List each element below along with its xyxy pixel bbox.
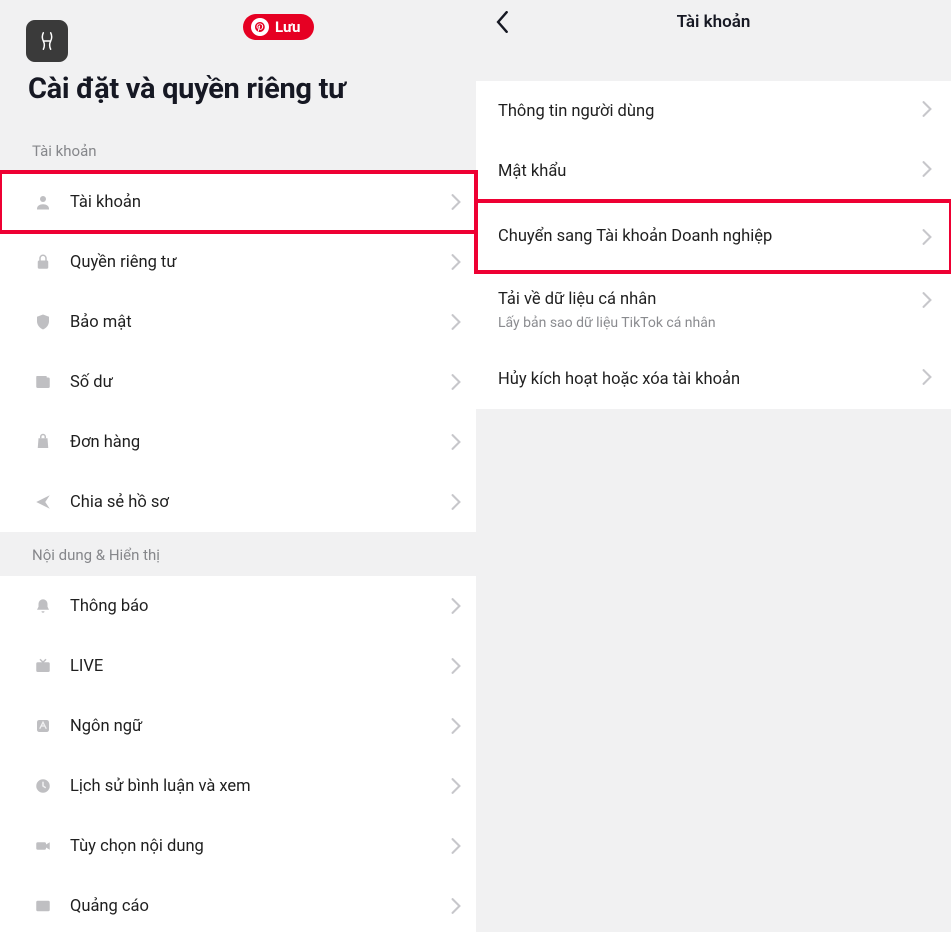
row-label: Mật khẩu: [498, 162, 929, 181]
chevron-right-icon: [450, 314, 462, 330]
row-label: Ngôn ngữ: [70, 717, 450, 736]
wallet-icon: [30, 373, 56, 391]
row-label: Số dư: [70, 373, 450, 392]
row-label: Chuyển sang Tài khoản Doanh nghiệp: [498, 227, 929, 246]
save-pill-label: Lưu: [275, 18, 300, 36]
row-security[interactable]: Bảo mật: [0, 292, 476, 352]
chevron-left-icon: [496, 11, 510, 33]
row-privacy[interactable]: Quyền riêng tư: [0, 232, 476, 292]
row-label: Tài khoản: [70, 193, 450, 212]
account-rows: Thông tin người dùng Mật khẩu Chuyển san…: [476, 81, 951, 409]
account-panel: Tài khoản Thông tin người dùng Mật khẩu …: [476, 0, 951, 932]
chevron-right-icon: [450, 374, 462, 390]
language-icon: [30, 717, 56, 735]
row-password[interactable]: Mật khẩu: [476, 141, 951, 201]
row-label: Tải về dữ liệu cá nhân: [498, 290, 929, 309]
row-ads[interactable]: Quảng cáo: [0, 876, 476, 936]
row-switch-business[interactable]: Chuyển sang Tài khoản Doanh nghiệp: [476, 201, 951, 272]
row-live[interactable]: LIVE: [0, 636, 476, 696]
video-icon: [30, 837, 56, 855]
chevron-right-icon: [921, 161, 933, 177]
row-language[interactable]: Ngôn ngữ: [0, 696, 476, 756]
share-icon: [30, 493, 56, 511]
settings-group-account: Tài khoản Quyền riêng tư Bảo mật Số dư Đ: [0, 172, 476, 532]
settings-panel: Lưu Cài đặt và quyền riêng tư Tài khoản …: [0, 0, 476, 932]
app-badge-icon: [26, 20, 68, 62]
chevron-right-icon: [450, 194, 462, 210]
row-label: LIVE: [70, 657, 450, 676]
chevron-right-icon: [450, 898, 462, 914]
section-label-account: Tài khoản: [0, 128, 476, 172]
row-label: Bảo mật: [70, 313, 450, 332]
tv-icon: [30, 657, 56, 675]
save-pill-button[interactable]: Lưu: [243, 14, 314, 40]
shield-icon: [30, 313, 56, 331]
row-label: Thông tin người dùng: [498, 102, 929, 121]
row-label: Lịch sử bình luận và xem: [70, 777, 450, 796]
row-orders[interactable]: Đơn hàng: [0, 412, 476, 472]
row-label: Tùy chọn nội dung: [70, 837, 450, 856]
chevron-right-icon: [921, 369, 933, 385]
chevron-right-icon: [450, 434, 462, 450]
row-label: Thông báo: [70, 597, 450, 616]
chevron-right-icon: [450, 658, 462, 674]
chevron-right-icon: [450, 254, 462, 270]
ad-icon: [30, 897, 56, 915]
chevron-right-icon: [450, 718, 462, 734]
row-content-preferences[interactable]: Tùy chọn nội dung: [0, 816, 476, 876]
row-account[interactable]: Tài khoản: [0, 172, 476, 232]
chevron-right-icon: [450, 778, 462, 794]
bag-icon: [30, 433, 56, 451]
section-label-content: Nội dung & Hiển thị: [0, 532, 476, 576]
row-label: Quảng cáo: [70, 897, 450, 916]
row-notifications[interactable]: Thông báo: [0, 576, 476, 636]
row-balance[interactable]: Số dư: [0, 352, 476, 412]
row-user-info[interactable]: Thông tin người dùng: [476, 81, 951, 141]
row-download-data[interactable]: Tải về dữ liệu cá nhân Lấy bản sao dữ li…: [476, 272, 951, 349]
row-label: Hủy kích hoạt hoặc xóa tài khoản: [498, 370, 929, 389]
chevron-right-icon: [921, 292, 933, 308]
chevron-right-icon: [450, 598, 462, 614]
chevron-right-icon: [921, 101, 933, 117]
row-share-profile[interactable]: Chia sẻ hồ sơ: [0, 472, 476, 532]
account-header: Tài khoản: [476, 0, 951, 43]
row-label: Chia sẻ hồ sơ: [70, 493, 450, 512]
person-icon: [30, 193, 56, 211]
page-title: Cài đặt và quyền riêng tư: [28, 72, 345, 106]
row-history[interactable]: Lịch sử bình luận và xem: [0, 756, 476, 816]
bell-icon: [30, 597, 56, 615]
chevron-right-icon: [450, 494, 462, 510]
clock-icon: [30, 777, 56, 795]
account-header-title: Tài khoản: [677, 12, 751, 32]
settings-list: Tài khoản Tài khoản Quyền riêng tư Bảo m…: [0, 128, 476, 932]
row-sublabel: Lấy bản sao dữ liệu TikTok cá nhân: [498, 315, 929, 331]
row-deactivate-delete[interactable]: Hủy kích hoạt hoặc xóa tài khoản: [476, 349, 951, 409]
pinterest-icon: [251, 18, 269, 36]
lock-icon: [30, 253, 56, 271]
row-label: Đơn hàng: [70, 433, 450, 452]
settings-group-content: Thông báo LIVE Ngôn ngữ Lịch sử bình luậ…: [0, 576, 476, 936]
row-label: Quyền riêng tư: [70, 253, 450, 272]
chevron-right-icon: [921, 229, 933, 245]
back-button[interactable]: [496, 11, 510, 33]
chevron-right-icon: [450, 838, 462, 854]
